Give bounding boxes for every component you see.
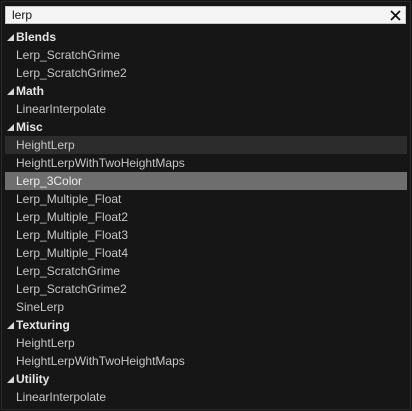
category-label: Texturing <box>16 318 70 332</box>
category-texturing[interactable]: Texturing <box>5 316 407 334</box>
expanded-triangle-icon[interactable] <box>6 121 14 133</box>
list-item[interactable]: LinearInterpolate <box>5 388 407 406</box>
list-item[interactable]: HeightLerpWithTwoHeightMaps <box>5 352 407 370</box>
list-item[interactable]: Lerp_Multiple_Float <box>5 190 407 208</box>
close-icon <box>389 9 401 21</box>
list-item[interactable]: HeightLerpWithTwoHeightMaps <box>5 154 407 172</box>
category-blends[interactable]: Blends <box>5 28 407 46</box>
category-utility[interactable]: Utility <box>5 370 407 388</box>
search-input[interactable] <box>6 7 387 23</box>
clear-search-button[interactable] <box>387 7 403 23</box>
list-item[interactable]: SineLerp <box>5 298 407 316</box>
result-list: Blends Lerp_ScratchGrime Lerp_ScratchGrime… <box>5 28 407 406</box>
list-item[interactable]: Lerp_3Color <box>5 172 407 190</box>
list-item[interactable]: Lerp_ScratchGrime <box>5 262 407 280</box>
category-misc[interactable]: Misc <box>5 118 407 136</box>
expanded-triangle-icon[interactable] <box>6 31 14 43</box>
list-item[interactable]: Lerp_ScratchGrime2 <box>5 64 407 82</box>
list-item[interactable]: Lerp_Multiple_Float3 <box>5 226 407 244</box>
list-item[interactable]: Lerp_ScratchGrime2 <box>5 280 407 298</box>
list-item[interactable]: Lerp_ScratchGrime <box>5 46 407 64</box>
list-item[interactable]: Lerp_Multiple_Float4 <box>5 244 407 262</box>
list-item[interactable]: HeightLerp <box>5 334 407 352</box>
category-label: Math <box>16 84 44 98</box>
action-menu-panel: BlendsLerp_ScratchGrimeLerp_ScratchGrime… <box>1 1 411 410</box>
category-label: Misc <box>16 120 43 134</box>
category-label: Blends <box>16 30 57 44</box>
list-item[interactable]: LinearInterpolate <box>5 100 407 118</box>
expanded-triangle-icon[interactable] <box>6 319 14 331</box>
category-math[interactable]: Math <box>5 82 407 100</box>
list-item[interactable]: Lerp_Multiple_Float2 <box>5 208 407 226</box>
search-box <box>5 6 406 24</box>
list-item[interactable]: HeightLerp <box>5 136 407 154</box>
category-label: Utility <box>16 372 50 386</box>
expanded-triangle-icon[interactable] <box>6 85 14 97</box>
expanded-triangle-icon[interactable] <box>6 373 14 385</box>
